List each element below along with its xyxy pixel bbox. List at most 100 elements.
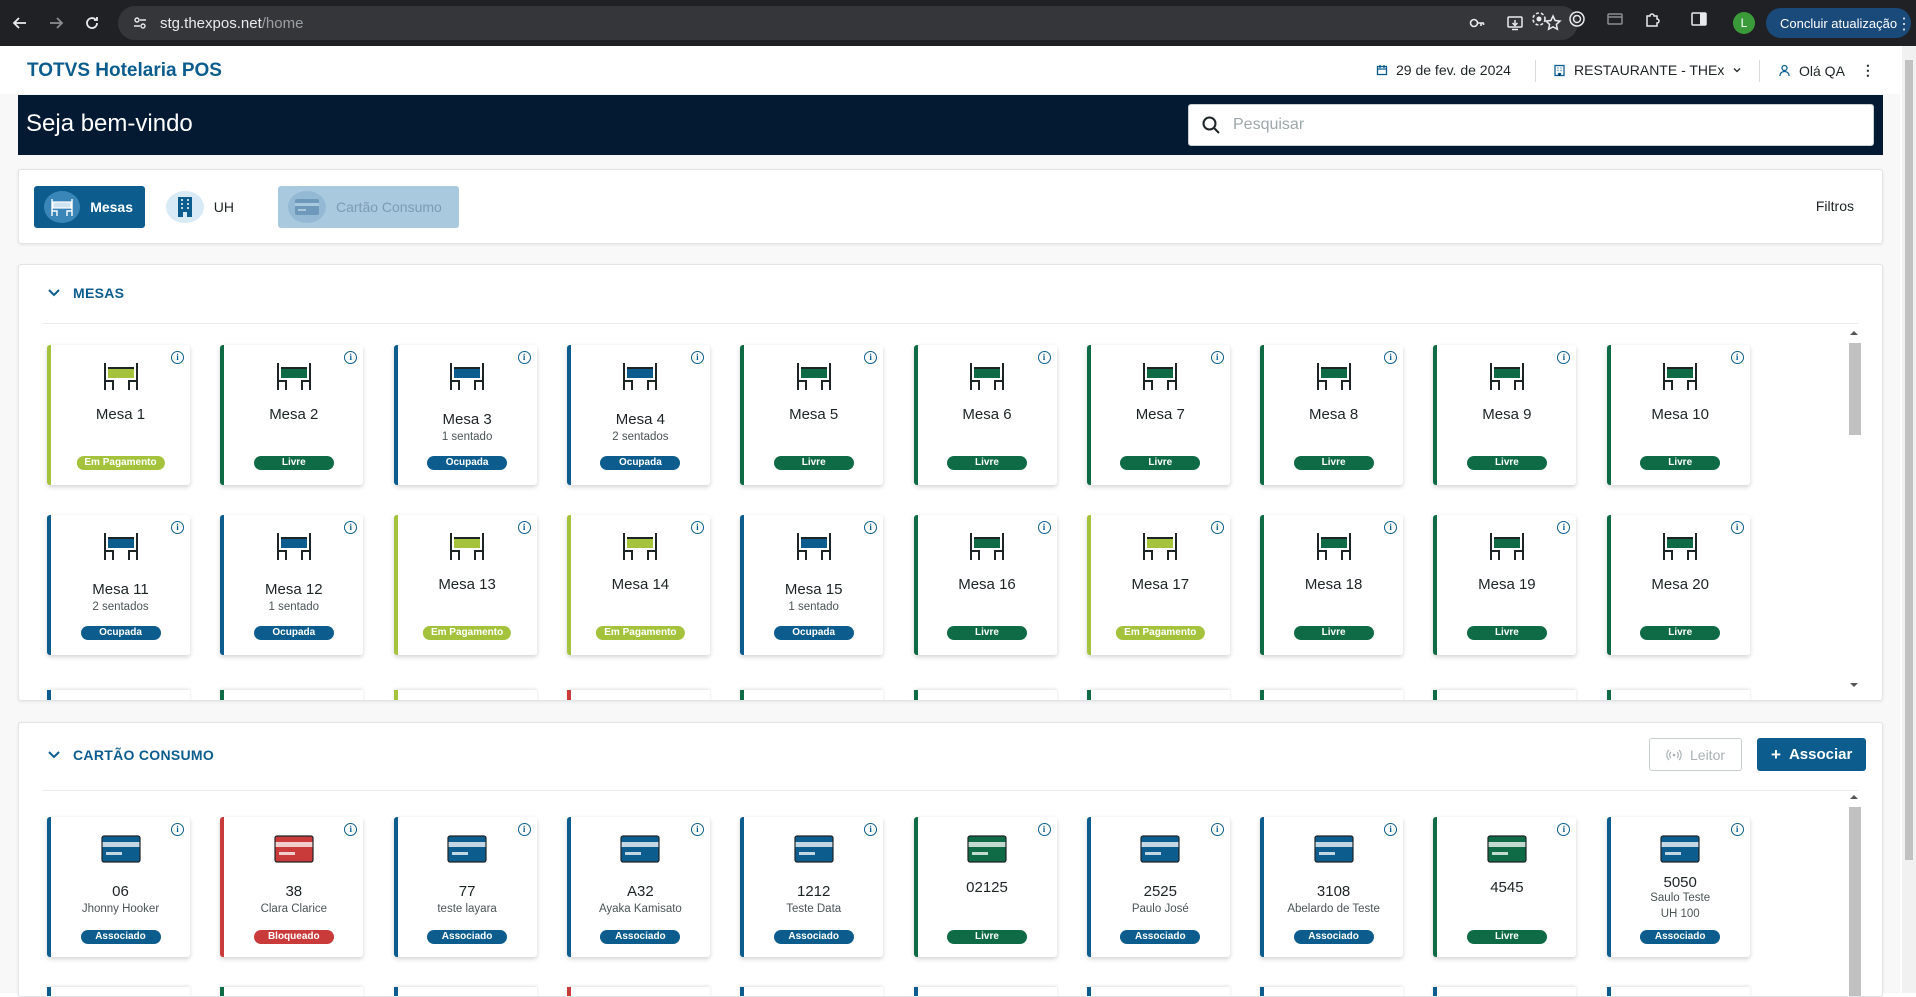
table-card[interactable]: i Mesa 18 Livre (1260, 515, 1404, 655)
table-card-partial[interactable] (740, 690, 884, 700)
forward-icon[interactable] (38, 5, 74, 41)
extensions-puzzle-icon[interactable] (1644, 10, 1662, 28)
reload-icon[interactable] (74, 5, 110, 41)
tab-uh[interactable]: UH (156, 186, 246, 228)
info-icon[interactable]: i (517, 823, 531, 836)
consumo-card-partial[interactable] (1606, 987, 1750, 996)
table-card[interactable]: i Mesa 2 Livre (220, 345, 364, 485)
consumo-card[interactable]: i 38 Clara Clarice Bloqueado (220, 817, 364, 957)
extension-gear-icon[interactable] (1530, 10, 1548, 28)
table-card[interactable]: i Mesa 13 Em Pagamento (393, 515, 537, 655)
update-button[interactable]: Concluir atualização (1766, 8, 1912, 38)
more-options-icon[interactable]: ⋮ (1861, 62, 1875, 79)
consumo-card[interactable]: i 06 Jhonny Hooker Associado (47, 817, 190, 957)
consumo-card-partial[interactable] (1433, 987, 1577, 996)
info-icon[interactable]: i (690, 351, 704, 364)
extension-window-icon[interactable] (1606, 10, 1624, 28)
table-card[interactable]: i Mesa 5 Livre (740, 345, 884, 485)
info-icon[interactable]: i (1210, 823, 1224, 836)
info-icon[interactable]: i (1557, 521, 1571, 534)
table-card-partial[interactable] (1260, 690, 1404, 700)
info-icon[interactable]: i (1557, 823, 1571, 836)
side-panel-icon[interactable] (1690, 10, 1708, 28)
filters-button[interactable]: Filtros (1816, 198, 1854, 214)
address-bar[interactable]: stg.thexpos.net/home (118, 6, 1578, 40)
consumo-card[interactable]: i 77 teste layara Associado (393, 817, 537, 957)
browser-menu-icon[interactable]: ⋮ (1896, 14, 1912, 34)
back-icon[interactable] (2, 5, 38, 41)
info-icon[interactable]: i (864, 521, 878, 534)
info-icon[interactable]: i (1384, 823, 1398, 836)
table-card[interactable]: i Mesa 3 1 sentado Ocupada (393, 345, 537, 485)
search-box[interactable] (1188, 104, 1874, 146)
profile-avatar[interactable]: L (1733, 12, 1755, 34)
info-icon[interactable]: i (344, 351, 358, 364)
table-card-partial[interactable] (1433, 690, 1577, 700)
consumo-card-partial[interactable] (1260, 987, 1404, 996)
consumo-card-partial[interactable] (740, 987, 884, 996)
tab-cartao-consumo[interactable]: Cartão Consumo (278, 186, 459, 228)
consumo-card-partial[interactable] (1086, 987, 1230, 996)
info-icon[interactable]: i (171, 521, 184, 534)
user-menu[interactable]: Olá QA ⋮ (1778, 62, 1875, 79)
table-card-partial[interactable] (220, 690, 364, 700)
info-icon[interactable]: i (1384, 351, 1398, 364)
info-icon[interactable]: i (690, 823, 704, 836)
consumo-card-partial[interactable] (47, 987, 190, 996)
extension-target-icon[interactable] (1568, 10, 1586, 28)
consumo-card[interactable]: i 1212 Teste Data Associado (740, 817, 884, 957)
table-card-partial[interactable] (1606, 690, 1750, 700)
info-icon[interactable]: i (1730, 823, 1744, 836)
site-info-icon[interactable] (132, 15, 148, 31)
consumo-card-partial[interactable] (393, 987, 537, 996)
table-card-partial[interactable] (1086, 690, 1230, 700)
consumo-card[interactable]: i 4545 Livre (1433, 817, 1577, 957)
date-display[interactable]: 29 de fev. de 2024 (1376, 62, 1511, 78)
table-card[interactable]: i Mesa 20 Livre (1606, 515, 1750, 655)
outlet-selector[interactable]: RESTAURANTE - THEx (1553, 62, 1742, 78)
info-icon[interactable]: i (517, 351, 531, 364)
consumo-card-partial[interactable] (913, 987, 1057, 996)
install-app-icon[interactable] (1506, 14, 1524, 32)
table-card[interactable]: i Mesa 19 Livre (1433, 515, 1577, 655)
info-icon[interactable]: i (1210, 351, 1224, 364)
consumo-card[interactable]: i 3108 Abelardo de Teste Associado (1260, 817, 1404, 957)
info-icon[interactable]: i (1730, 521, 1744, 534)
consumo-card[interactable]: i 02125 Livre (913, 817, 1057, 957)
table-card-partial[interactable] (393, 690, 537, 700)
search-input[interactable] (1233, 116, 1833, 134)
table-card[interactable]: i Mesa 16 Livre (913, 515, 1057, 655)
table-card[interactable]: i Mesa 17 Em Pagamento (1086, 515, 1230, 655)
consumo-card[interactable]: i 2525 Paulo José Associado (1086, 817, 1230, 957)
scroll-up-icon[interactable] (1848, 329, 1860, 337)
info-icon[interactable]: i (1037, 351, 1051, 364)
info-icon[interactable]: i (1384, 521, 1398, 534)
info-icon[interactable]: i (1037, 521, 1051, 534)
table-card[interactable]: i Mesa 15 1 sentado Ocupada (740, 515, 884, 655)
consumo-card-partial[interactable] (566, 987, 710, 996)
info-icon[interactable]: i (1037, 823, 1051, 836)
info-icon[interactable]: i (517, 521, 531, 534)
page-scrollbar-thumb[interactable] (1905, 60, 1913, 860)
info-icon[interactable]: i (864, 823, 878, 836)
consumo-card[interactable]: i 5050 Saulo Teste UH 100 Associado (1606, 817, 1750, 957)
table-card[interactable]: i Mesa 10 Livre (1606, 345, 1750, 485)
scroll-up-icon[interactable] (1848, 793, 1860, 801)
table-card[interactable]: i Mesa 7 Livre (1086, 345, 1230, 485)
scrollbar-thumb[interactable] (1849, 343, 1861, 435)
info-icon[interactable]: i (171, 351, 184, 364)
info-icon[interactable]: i (864, 351, 878, 364)
table-card[interactable]: i Mesa 12 1 sentado Ocupada (220, 515, 364, 655)
info-icon[interactable]: i (344, 521, 358, 534)
password-key-icon[interactable] (1468, 14, 1486, 32)
page-scrollbar[interactable] (1902, 46, 1916, 993)
table-card[interactable]: i Mesa 9 Livre (1433, 345, 1577, 485)
table-card-partial[interactable] (47, 690, 190, 700)
tab-mesas[interactable]: Mesas (34, 186, 145, 228)
mesas-scrollbar[interactable] (1848, 329, 1861, 689)
table-card-partial[interactable] (913, 690, 1057, 700)
consumo-card[interactable]: i A32 Ayaka Kamisato Associado (566, 817, 710, 957)
table-card-partial[interactable] (566, 690, 710, 700)
table-card[interactable]: i Mesa 11 2 sentados Ocupada (47, 515, 190, 655)
scroll-down-icon[interactable] (1848, 681, 1860, 689)
